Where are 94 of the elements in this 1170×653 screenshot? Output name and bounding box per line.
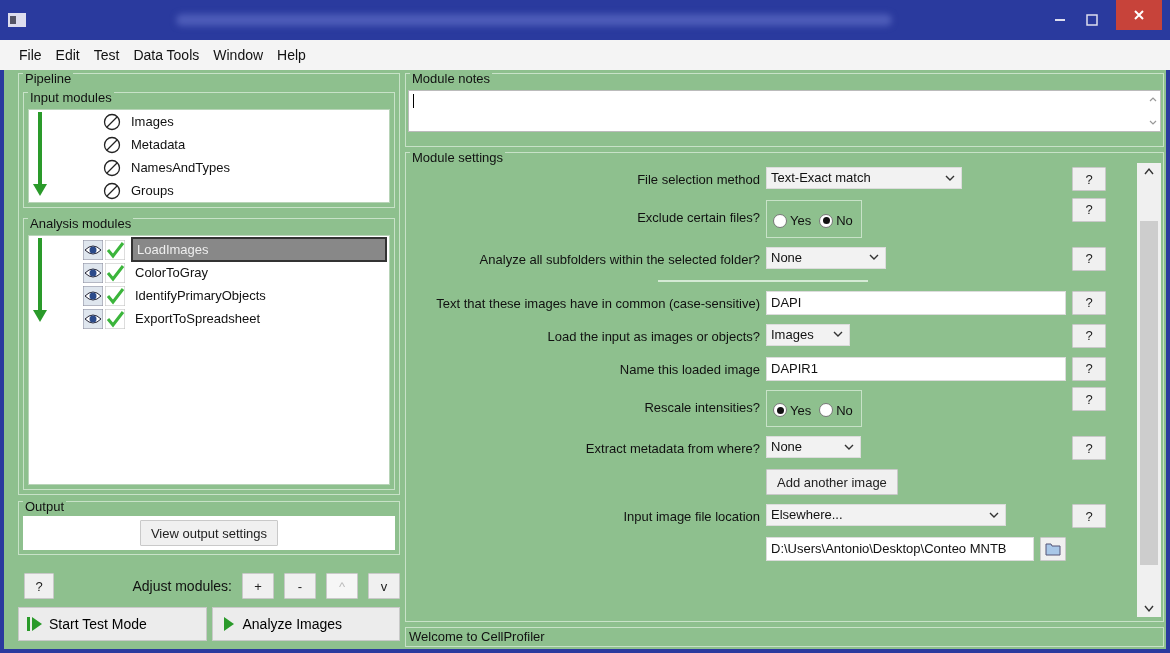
help-button[interactable]: ? (1072, 197, 1106, 222)
help-button[interactable]: ? (1072, 356, 1106, 381)
help-button[interactable]: ? (1072, 290, 1106, 315)
check-icon[interactable] (105, 308, 125, 329)
module-name[interactable]: ColorToGray (131, 261, 212, 284)
module-name[interactable]: Images (131, 111, 174, 132)
browse-folder-button[interactable] (1040, 537, 1066, 561)
menu-item[interactable]: Data Tools (126, 44, 207, 66)
menu-item[interactable]: Help (270, 44, 313, 66)
no-sign-icon (103, 181, 121, 200)
caret-icon (869, 254, 879, 261)
group-title: Module settings (410, 151, 506, 165)
scrollbar-thumb[interactable] (1140, 221, 1158, 565)
scroll-up-icon[interactable] (1144, 167, 1154, 175)
play-icon (27, 616, 43, 632)
menu-item[interactable]: Edit (48, 44, 87, 66)
dropdown[interactable]: Text-Exact match (766, 167, 962, 189)
no-sign-icon (103, 135, 121, 154)
notes-field[interactable] (408, 90, 1161, 132)
text-field[interactable]: DAPI (766, 290, 1066, 315)
maximize-icon (1086, 14, 1098, 26)
dropdown[interactable]: Elsewhere... (766, 504, 1006, 526)
no-sign-icon (103, 158, 121, 177)
status-text: Welcome to CellProfiler (409, 629, 545, 644)
run-button[interactable]: Analyze Images (211, 607, 400, 641)
setting-label: Load the input as images or objects? (546, 327, 760, 346)
eye-icon[interactable] (83, 308, 103, 329)
help-button[interactable]: ? (24, 573, 54, 599)
app-icon (8, 13, 26, 27)
text-field[interactable]: DAPIR1 (766, 356, 1066, 381)
module-name[interactable]: Metadata (131, 134, 186, 155)
adjust-label: Adjust modules: (132, 576, 232, 596)
no-sign-icon (103, 112, 121, 131)
close-icon (1133, 9, 1145, 21)
group-title: Module notes (410, 72, 493, 86)
adjust-button[interactable]: + (242, 573, 274, 599)
option-label: No (836, 212, 853, 230)
radio-button[interactable] (773, 403, 787, 418)
eye-icon[interactable] (83, 285, 103, 306)
setting-label: Rescale intensities? (643, 398, 760, 417)
caret-icon (945, 174, 955, 182)
option-label: Yes (790, 401, 812, 420)
check-icon[interactable] (105, 239, 125, 260)
setting-label: Text that these images have in common (case-sensitive) (435, 294, 760, 313)
dropdown[interactable]: None (766, 246, 886, 269)
down-arrow-icon (33, 112, 47, 196)
setting-label: Input image file location (622, 508, 760, 526)
check-icon[interactable] (105, 285, 125, 306)
menu-item[interactable]: Test (86, 44, 127, 66)
radio-button[interactable] (773, 213, 787, 228)
setting-label: Name this loaded image (618, 360, 760, 379)
help-button[interactable]: ? (1072, 167, 1106, 191)
adjust-button[interactable]: v (368, 573, 400, 599)
help-button[interactable]: ? (1072, 323, 1106, 348)
radio-button[interactable] (819, 403, 834, 418)
dropdown[interactable]: None (766, 436, 861, 458)
menu-item[interactable]: File (12, 44, 49, 66)
caret-icon (989, 511, 999, 519)
group-title: Analysis modules (28, 217, 134, 231)
path-field[interactable]: D:\Users\Antonio\Desktop\Conteo MNTB (766, 537, 1034, 561)
module-name[interactable]: NamesAndTypes (131, 157, 230, 178)
group-title: Input modules (28, 91, 114, 105)
setting-label: Analyze all subfolders within the selected folder? (478, 250, 760, 269)
option-label: No (836, 401, 853, 420)
group-title: Pipeline (23, 72, 74, 86)
adjust-button[interactable]: - (284, 573, 316, 599)
help-button[interactable]: ? (1072, 436, 1106, 460)
caret-icon (833, 331, 843, 338)
setting-label: Exclude certain files? (636, 209, 760, 227)
module-name[interactable]: Groups (131, 180, 174, 201)
view-output-settings-button[interactable]: View output settings (139, 520, 279, 546)
menu-item[interactable]: Window (206, 44, 271, 66)
minimize-icon (1055, 18, 1065, 22)
group-title: Output (23, 500, 67, 514)
scroll-down-icon[interactable] (1144, 605, 1154, 613)
caret-icon (844, 443, 854, 451)
option-label: Yes (790, 212, 812, 230)
close-button[interactable] (1116, 0, 1162, 30)
add-image-button[interactable]: Add another image (766, 469, 898, 495)
setting-label: File selection method (636, 171, 760, 189)
down-arrow-icon (33, 238, 47, 322)
module-name[interactable]: ExportToSpreadsheet (131, 307, 265, 330)
eye-icon[interactable] (83, 262, 103, 283)
help-button[interactable]: ? (1072, 246, 1106, 271)
dropdown[interactable]: Images (766, 323, 850, 346)
radio-button[interactable] (819, 213, 834, 228)
check-icon[interactable] (105, 262, 125, 283)
help-button[interactable]: ? (1072, 504, 1106, 528)
help-button[interactable]: ? (1072, 387, 1106, 411)
setting-label: Extract metadata from where? (584, 440, 760, 458)
run-button[interactable]: Start Test Mode (18, 607, 207, 641)
folder-icon (1045, 542, 1061, 557)
module-name[interactable]: IdentifyPrimaryObjects (131, 284, 270, 307)
eye-icon[interactable] (83, 239, 103, 260)
